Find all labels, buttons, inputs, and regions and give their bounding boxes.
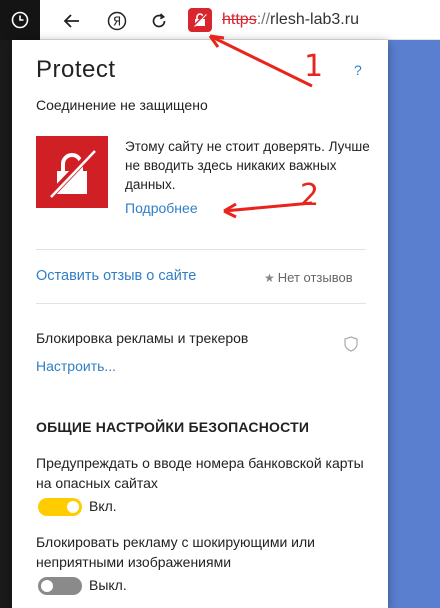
shock-ads-option-label: Блокировать рекламу с шокирующими или не…	[36, 534, 315, 570]
connection-status: Соединение не защищено	[36, 97, 208, 113]
panel-title: Protect	[36, 56, 116, 83]
page-background-right	[388, 40, 440, 608]
divider	[36, 249, 366, 250]
card-warning-option-label: Предупреждать о вводе номера банковской …	[36, 455, 364, 491]
protect-panel: Protect ? Соединение не защищено Этому с…	[12, 40, 388, 608]
arrow-left-icon	[63, 14, 79, 28]
url-separator: ://	[256, 11, 271, 28]
configure-link[interactable]: Настроить...	[36, 358, 116, 374]
shock-ads-toggle-state: Выкл.	[89, 577, 127, 593]
star-icon: ★	[264, 270, 275, 285]
yandex-logo-icon: Я	[107, 11, 127, 31]
toggle-knob	[67, 501, 79, 513]
browser-toolbar: Я https://rlesh-lab3.ru	[0, 0, 440, 40]
shock-ads-toggle[interactable]	[38, 577, 82, 595]
broken-lock-icon	[193, 13, 207, 27]
card-warning-toggle-state: Вкл.	[89, 498, 117, 514]
page-background-left	[0, 40, 12, 608]
address-bar[interactable]: https://rlesh-lab3.ru	[222, 10, 359, 30]
details-link[interactable]: Подробнее	[125, 200, 198, 216]
unsafe-site-icon	[36, 136, 108, 208]
help-link[interactable]: ?	[354, 62, 362, 78]
card-warning-toggle[interactable]	[38, 498, 82, 516]
site-security-button[interactable]	[188, 8, 212, 32]
back-button[interactable]	[59, 8, 85, 34]
divider	[36, 303, 366, 304]
toggle-knob	[41, 580, 53, 592]
reload-button[interactable]	[146, 8, 172, 34]
warning-text: Этому сайту не стоит доверять. Лучше не …	[125, 139, 370, 192]
shield-icon	[344, 336, 358, 352]
adblock-label: Блокировка рекламы и трекеров	[36, 330, 249, 346]
reload-icon	[152, 13, 166, 28]
svg-text:Я: Я	[113, 15, 121, 29]
reviews-label: Нет отзывов	[277, 270, 353, 285]
section-title: ОБЩИЕ НАСТРОЙКИ БЕЗОПАСНОСТИ	[36, 419, 310, 435]
clock-icon[interactable]	[0, 0, 40, 40]
reviews-status: ★ Нет отзывов	[264, 270, 353, 285]
url-protocol: https	[222, 11, 257, 28]
yandex-button[interactable]: Я	[104, 8, 130, 34]
url-host: rlesh-lab3.ru	[270, 11, 359, 28]
feedback-link[interactable]: Оставить отзыв о сайте	[36, 268, 196, 284]
